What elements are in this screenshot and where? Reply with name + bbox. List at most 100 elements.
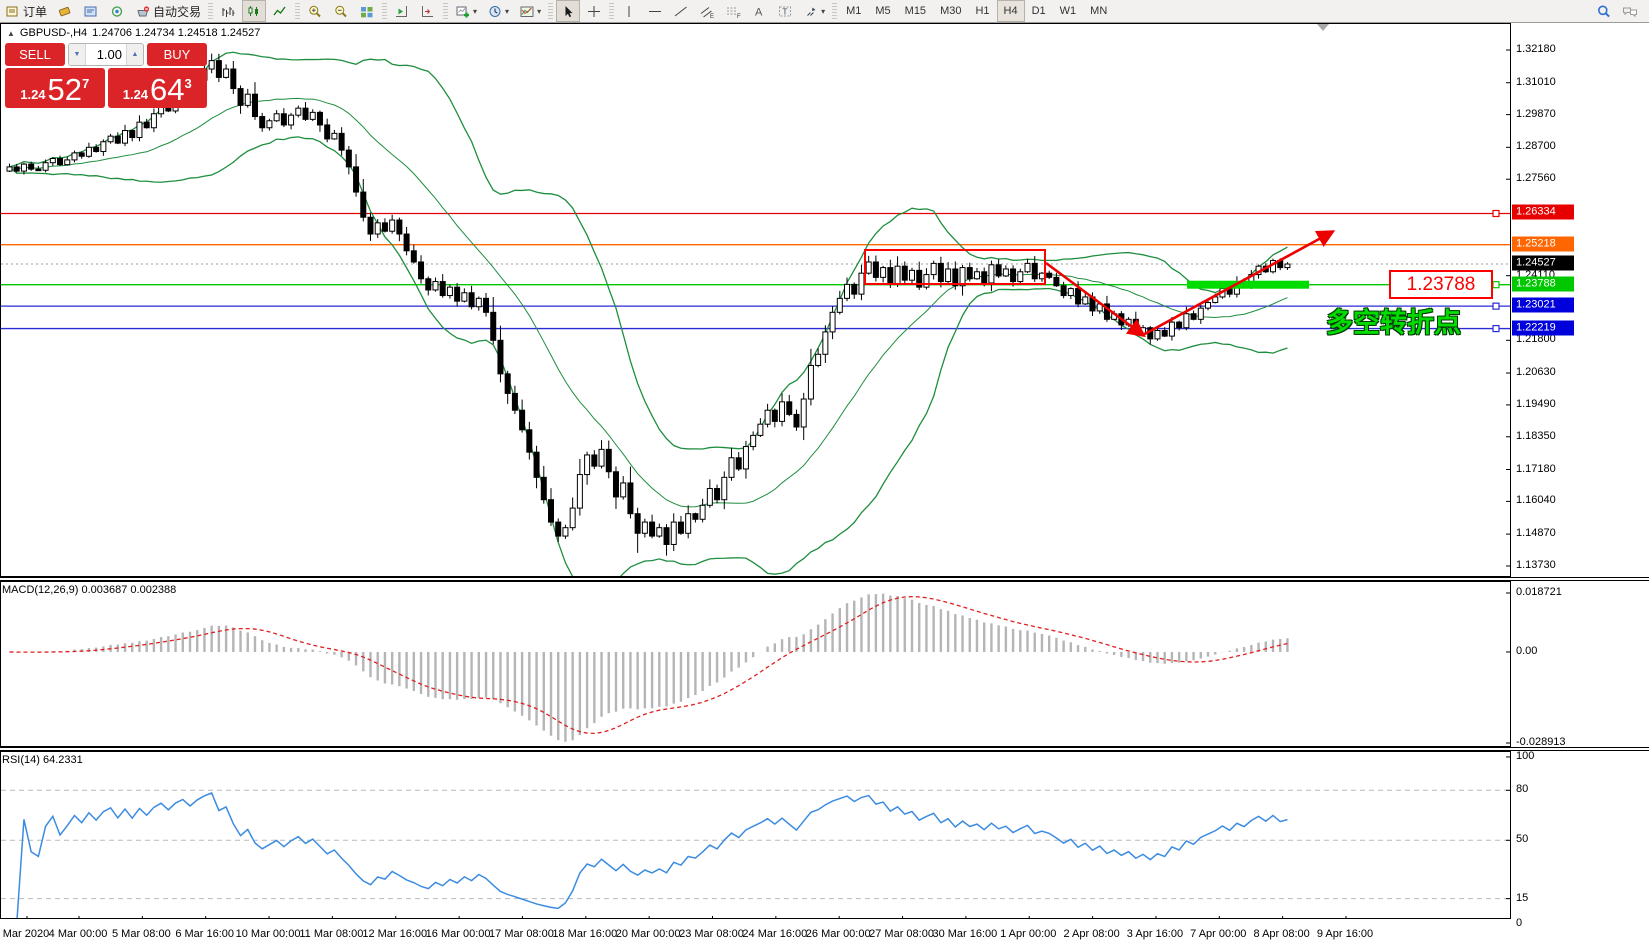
tf-M5[interactable]: M5 [868,0,897,22]
toolbar-grip[interactable] [609,3,614,19]
search-button[interactable] [1592,0,1616,22]
volume-down-arrow-icon[interactable]: ▼ [69,44,86,65]
horizontal-line-button[interactable] [643,0,667,22]
autotrading-button[interactable]: 自动交易 [131,0,205,22]
time-label: 9 Apr 16:00 [1317,928,1373,940]
sell-price-big: 52 [48,75,82,105]
new-chart-icon [455,4,471,19]
new-order-button[interactable]: 订单 [1,0,51,22]
autotrading-label: 自动交易 [153,3,201,20]
equidistant-channel-button[interactable]: E [695,0,719,22]
price-tick: 1.17180 [1516,463,1556,475]
toolbar-grip[interactable] [548,3,553,19]
chart-candles-button[interactable] [242,0,266,22]
svg-text:T: T [783,7,788,16]
time-label: 30 Mar 16:00 [932,928,997,940]
level-price-badge[interactable]: 1.25218 [1512,236,1574,251]
toolbar-grip[interactable] [832,3,837,19]
chevron-down-icon[interactable]: ▾ [821,7,825,16]
chat-button[interactable] [1618,0,1642,22]
sell-button[interactable]: SELL [5,43,65,66]
chevron-down-icon[interactable]: ▾ [537,7,541,16]
toolbar-grip[interactable] [208,3,213,19]
tag-button[interactable] [53,0,77,22]
macd-chart[interactable] [1,582,1510,746]
vertical-line-button[interactable] [617,0,641,22]
toolbar: 订单 自动交易 ▾ ▾ ▾ E F A T ▾ M1M5M15M30H1H4D1W1MN [0,0,1649,23]
vertical-line-icon [621,4,637,19]
tf-H4[interactable]: H4 [997,0,1025,22]
rsi-chart[interactable] [1,752,1510,918]
chart-shift-button[interactable] [390,0,414,22]
tile-windows-button[interactable] [355,0,379,22]
time-label: 11 Mar 08:00 [299,928,363,940]
current-price-badge[interactable]: 1.24527 [1512,256,1574,271]
annotation-text[interactable]: 多空转折点 [1326,301,1461,340]
periods-button[interactable]: ▾ [483,0,513,22]
time-label: 17 Mar 08:00 [489,928,554,940]
tf-MN[interactable]: MN [1083,0,1114,22]
time-label: 8 Apr 08:00 [1254,928,1310,940]
indicators-button[interactable]: ▾ [515,0,545,22]
tf-M30[interactable]: M30 [933,0,968,22]
level-price-badge[interactable]: 1.23788 [1512,276,1574,291]
macd-tick: -0.028913 [1516,736,1566,748]
level-price-badge[interactable]: 1.23021 [1512,298,1574,313]
tf-M15[interactable]: M15 [898,0,933,22]
text-icon: A [751,4,767,19]
tf-D1[interactable]: D1 [1025,0,1053,22]
chart-mini-icon: ▲ [7,29,15,38]
arrows-button[interactable]: ▾ [799,0,829,22]
zoom-out-button[interactable] [329,0,353,22]
trendline-button[interactable] [669,0,693,22]
auto-scroll-icon [420,4,436,19]
text-label-button[interactable]: T [773,0,797,22]
main-chart-pane[interactable] [0,23,1511,577]
tf-W1[interactable]: W1 [1053,0,1084,22]
cursor-button[interactable] [556,0,580,22]
sell-price-display[interactable]: 1.24 52 7 [5,68,105,108]
equidistant-channel-icon: E [699,4,715,19]
new-chart-button[interactable]: ▾ [451,0,481,22]
text-button[interactable]: A [747,0,771,22]
chevron-down-icon[interactable]: ▾ [473,7,477,16]
tf-H1[interactable]: H1 [968,0,996,22]
crosshair-button[interactable] [582,0,606,22]
level-price-badge[interactable]: 1.26334 [1512,205,1574,220]
volume-stepper[interactable]: ▼ 1.00 ▲ [68,43,144,66]
indicators-icon [519,4,535,19]
macd-pane[interactable] [0,581,1511,747]
fibonacci-button[interactable]: F [721,0,745,22]
toolbar-grip[interactable] [382,3,387,19]
chart-line-button[interactable] [268,0,292,22]
time-label: 26 Mar 00:00 [806,928,871,940]
chart-bars-button[interactable] [216,0,240,22]
time-label: 16 Mar 00:00 [426,928,491,940]
svg-text:E: E [710,14,714,19]
cursor-icon [560,4,576,19]
toolbar-grip[interactable] [295,3,300,19]
level-price-badge[interactable]: 1.22219 [1512,320,1574,335]
price-tick: 1.31010 [1516,76,1556,88]
volume-value[interactable]: 1.00 [86,44,126,65]
auto-scroll-button[interactable] [416,0,440,22]
price-callout[interactable]: 1.23788 [1389,270,1493,299]
tile-windows-icon [359,4,375,19]
search-icon [1596,4,1612,19]
buy-price-display[interactable]: 1.24 64 3 [108,68,208,108]
symbol-ohlc: 1.24706 1.24734 1.24518 1.24527 [92,27,260,39]
tf-M1[interactable]: M1 [839,0,868,22]
zoom-in-button[interactable] [303,0,327,22]
svg-text:F: F [737,14,741,19]
editor-icon [83,4,99,19]
buy-button[interactable]: BUY [147,43,207,66]
volume-up-arrow-icon[interactable]: ▲ [126,44,143,65]
chevron-down-icon[interactable]: ▾ [505,7,509,16]
toolbar-grip[interactable] [443,3,448,19]
candlestick-chart[interactable] [1,24,1510,576]
chart-candles-icon [246,4,262,19]
rsi-pane[interactable] [0,751,1511,919]
signal-button[interactable] [105,0,129,22]
chat-icon [1622,4,1638,19]
editor-button[interactable] [79,0,103,22]
